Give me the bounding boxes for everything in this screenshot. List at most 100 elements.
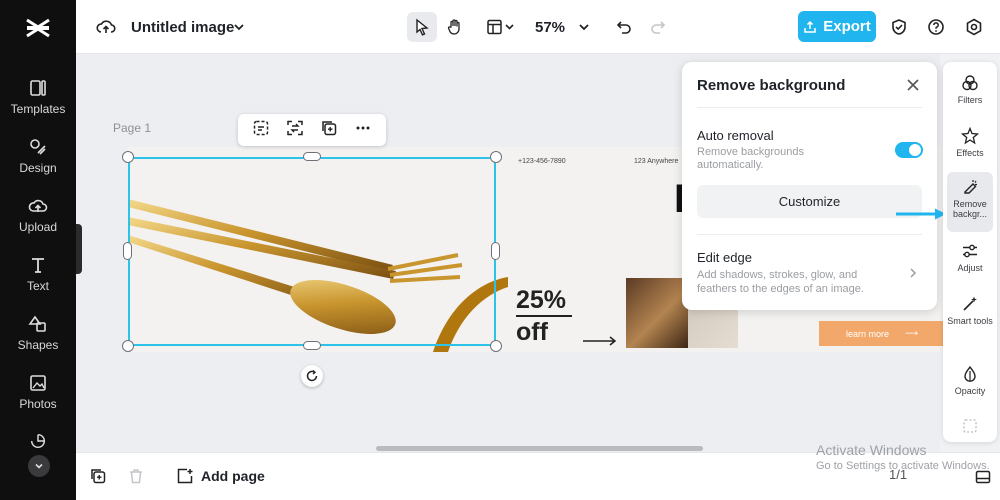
replace-button[interactable] (286, 119, 304, 142)
more-options-button[interactable] (354, 119, 372, 142)
selection-box[interactable] (128, 157, 496, 346)
cloud-upload-icon (96, 20, 116, 33)
crop-dashed-icon (253, 120, 269, 135)
tool-adjust[interactable]: Adjust (947, 236, 993, 288)
design-icon (30, 139, 46, 155)
element-floating-toolbar (238, 114, 386, 146)
redo-button[interactable] (643, 12, 673, 42)
sidebar-item-shapes[interactable]: Shapes (0, 314, 76, 366)
cursor-arrow-icon (416, 18, 429, 36)
add-page-label: Add page (201, 468, 265, 484)
duplicate-icon (91, 469, 106, 484)
tool-label: Remove backgr... (952, 199, 988, 219)
duplicate-icon (322, 120, 337, 135)
export-button[interactable]: Export (798, 11, 876, 42)
tool-remove-background[interactable]: Remove backgr... (947, 172, 993, 232)
shield-button[interactable] (884, 12, 914, 42)
undo-button[interactable] (609, 12, 639, 42)
left-sidebar: Templates Design Upload Text Shapes Phot… (0, 0, 76, 500)
edit-edge-description: Add shadows, strokes, glow, and feathers… (697, 269, 864, 295)
promo-line-1: 25% (516, 286, 567, 314)
resize-handle-bottom-left[interactable] (122, 340, 134, 352)
sidebar-item-label: Templates (10, 102, 66, 116)
promo-divider (516, 315, 572, 317)
sidebar-item-upload[interactable]: Upload (0, 196, 76, 248)
design-photo-cutlery-box (626, 278, 688, 348)
panel-close-button[interactable] (904, 76, 922, 94)
crop-button[interactable] (252, 119, 270, 142)
sidebar-collapse-button[interactable] (28, 455, 50, 477)
layout-dropdown-button[interactable] (481, 12, 521, 42)
customize-button[interactable]: Customize (697, 185, 922, 218)
cloud-upload-icon (28, 199, 48, 212)
select-tool-button[interactable] (407, 12, 437, 42)
tool-label: Effects (956, 148, 984, 158)
tool-filters[interactable]: Filters (947, 68, 993, 120)
panel-divider (697, 234, 922, 235)
sidebar-item-text[interactable]: Text (0, 255, 76, 307)
zoom-dropdown-button[interactable] (569, 12, 599, 42)
tool-smart-tools[interactable]: Smart tools (947, 289, 993, 347)
help-button[interactable] (921, 12, 951, 42)
sidebar-item-photos[interactable]: Photos (0, 373, 76, 425)
resize-handle-bottom[interactable] (303, 341, 321, 350)
design-promo-text: 25% off (516, 286, 572, 346)
sidebar-item-more[interactable] (0, 432, 76, 452)
resize-handle-top[interactable] (303, 152, 321, 161)
tool-label: Opacity (954, 386, 986, 396)
resize-handle-right[interactable] (491, 242, 500, 260)
opacity-drop-icon (964, 365, 976, 382)
page-label: Page 1 (113, 121, 152, 135)
toggle-knob (909, 144, 921, 156)
export-label: Export (823, 18, 871, 35)
cloud-save-button[interactable] (91, 12, 121, 42)
duplicate-button[interactable] (320, 119, 338, 142)
auto-removal-title: Auto removal (697, 128, 774, 143)
duplicate-page-button[interactable] (83, 461, 113, 491)
resize-handle-top-left[interactable] (122, 151, 134, 163)
tool-label: Adjust (957, 263, 983, 273)
learn-more-label: learn more (846, 328, 890, 339)
design-learn-more-button: learn more ⟶ (819, 321, 945, 346)
undo-icon (616, 21, 631, 34)
rotate-handle[interactable] (301, 365, 323, 387)
delete-page-button[interactable] (121, 461, 151, 491)
tool-more[interactable] (947, 412, 993, 438)
tool-opacity[interactable]: Opacity (947, 359, 993, 411)
effects-star-icon (961, 127, 979, 145)
callout-arrow-icon (896, 208, 946, 220)
edit-edge-title: Edit edge (697, 250, 752, 265)
resize-handle-left[interactable] (123, 242, 132, 260)
add-page-button[interactable]: Add page (176, 467, 265, 485)
horizontal-scrollbar[interactable] (376, 446, 703, 451)
rotate-icon (306, 369, 318, 382)
hand-icon (447, 19, 460, 35)
resize-handle-top-right[interactable] (490, 151, 502, 163)
sidebar-item-label: Shapes (17, 338, 59, 352)
trash-icon (130, 469, 142, 484)
auto-removal-description: Remove backgrounds automatically. (697, 146, 805, 171)
chevron-down-icon (234, 24, 244, 31)
capcut-logo-icon[interactable] (24, 14, 52, 42)
pie-chart-icon (30, 433, 46, 449)
text-icon (32, 258, 44, 273)
activate-windows-hint: Go to Settings to activate Windows. (816, 460, 990, 472)
hand-tool-button[interactable] (440, 12, 470, 42)
tool-effects[interactable]: Effects (947, 121, 993, 173)
settings-button[interactable] (959, 12, 989, 42)
swap-image-icon (287, 120, 303, 135)
sidebar-toggle-handle[interactable] (76, 224, 82, 274)
gear-icon (966, 18, 982, 36)
auto-removal-toggle[interactable] (895, 142, 923, 158)
magic-eraser-icon (964, 180, 977, 194)
sidebar-item-label: Upload (18, 220, 58, 234)
more-horizontal-icon (356, 126, 370, 129)
sidebar-item-design[interactable]: Design (0, 137, 76, 189)
sidebar-item-templates[interactable]: Templates (0, 78, 76, 130)
title-dropdown-button[interactable] (224, 12, 254, 42)
chevron-right-icon (910, 268, 917, 278)
document-title[interactable]: Untitled image (131, 19, 234, 36)
activate-windows-watermark: Activate Windows (816, 442, 927, 458)
resize-handle-bottom-right[interactable] (490, 340, 502, 352)
zoom-level[interactable]: 57% (535, 19, 565, 36)
